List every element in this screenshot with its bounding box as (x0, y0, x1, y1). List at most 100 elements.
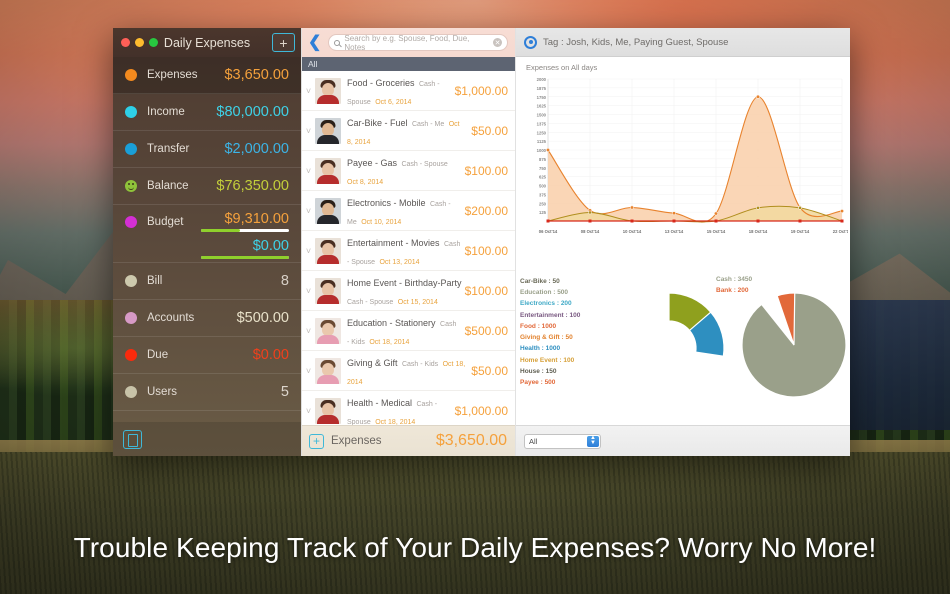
sidebar-item-accounts[interactable]: Accounts $500.00 (113, 300, 301, 337)
table-row[interactable]: ˅ Home Event - Birthday-Party Cash - Spo… (302, 271, 515, 311)
sidebar-item-bill[interactable]: Bill 8 (113, 263, 301, 300)
transaction-account: Cash - Spouse (401, 160, 448, 168)
svg-text:875: 875 (539, 157, 547, 162)
svg-text:1375: 1375 (537, 121, 547, 126)
search-bar: ❮ Search by e.g. Spouse, Food, Due, Note… (302, 28, 515, 57)
table-row[interactable]: ˅ Payee - Gas Cash - Spouse Oct 8, 2014 … (302, 151, 515, 191)
expand-chevron-icon[interactable]: ˅ (302, 126, 315, 136)
svg-text:1500: 1500 (537, 113, 547, 118)
expand-chevron-icon[interactable]: ˅ (302, 86, 315, 96)
sidebar-label-due: Due (147, 349, 169, 361)
list-item: Car-Bike : 50 (520, 278, 560, 285)
transaction-amount: $500.00 (464, 323, 508, 338)
table-row[interactable]: ˅ Health - Medical Cash - Spouse Oct 18,… (302, 391, 515, 425)
avatar (315, 237, 341, 264)
detail-footer: All ▲ ▼ (516, 425, 850, 456)
app-window: Daily Expenses + Expenses $3,650.00 Inco… (113, 28, 850, 456)
period-select[interactable]: All ▲ ▼ (524, 433, 601, 449)
tag-label: Tag : Josh, Kids, Me, Paying Guest, Spou… (543, 36, 729, 48)
add-entry-button[interactable]: + (272, 33, 295, 52)
sidebar-label-balance: Balance (147, 180, 189, 192)
table-row[interactable]: ˅ Giving & Gift Cash - Kids Oct 18, 2014… (302, 351, 515, 391)
traffic-lights[interactable] (121, 38, 158, 47)
zoom-button-icon[interactable] (149, 38, 158, 47)
list-footer-total: $3,650.00 (435, 432, 507, 449)
table-row[interactable]: ˅ Electronics - Mobile Cash - Me Oct 10,… (302, 191, 515, 231)
svg-text:22 Oct'14: 22 Oct'14 (833, 229, 848, 234)
list-item: Electronics : 200 (520, 300, 572, 308)
avatar (315, 77, 341, 104)
transaction-amount: $50.00 (471, 363, 508, 378)
sidebar-item-balance[interactable]: Balance $76,350.00 (113, 168, 301, 205)
svg-text:18 Oct'14: 18 Oct'14 (749, 229, 768, 234)
smiley-face-icon (125, 180, 137, 192)
minimize-button-icon[interactable] (135, 38, 144, 47)
due-bullet-icon (125, 349, 137, 361)
transaction-info: Car-Bike - Fuel Cash - Me Oct 8, 2014 (347, 113, 467, 149)
sidebar: Daily Expenses + Expenses $3,650.00 Inco… (113, 28, 301, 456)
updown-arrow-icon[interactable]: ▲ ▼ (587, 435, 599, 447)
list-item: Education : 500 (520, 289, 569, 297)
svg-text:1125: 1125 (537, 139, 547, 144)
transfer-bullet-icon (125, 143, 137, 155)
sidebar-label-expenses: Expenses (147, 69, 198, 81)
document-export-icon[interactable] (123, 429, 142, 449)
expand-chevron-icon[interactable]: ˅ (302, 206, 315, 216)
transaction-account: Cash - Kids (401, 360, 439, 368)
sidebar-item-transfer[interactable]: Transfer $2,000.00 (113, 131, 301, 168)
sidebar-item-expenses[interactable]: Expenses $3,650.00 (113, 57, 301, 94)
transaction-info: Food - Groceries Cash - Spouse Oct 6, 20… (347, 73, 451, 109)
search-input[interactable]: Search by e.g. Spouse, Food, Due, Notes … (328, 34, 508, 52)
sidebar-item-due[interactable]: Due $0.00 (113, 337, 301, 374)
window-titlebar: Daily Expenses + (113, 28, 301, 57)
svg-text:250: 250 (539, 201, 547, 206)
transaction-title: Entertainment - Movies (347, 237, 440, 248)
sidebar-item-income[interactable]: Income $80,000.00 (113, 94, 301, 131)
category-donut-chart (667, 292, 725, 357)
expand-chevron-icon[interactable]: ˅ (302, 406, 315, 416)
expand-chevron-icon[interactable]: ˅ (302, 246, 315, 256)
budget-bottom-line: $0.00 (125, 238, 289, 259)
list-filter-header[interactable]: All (302, 57, 515, 71)
budget-top-value-group: $9,310.00 (201, 211, 289, 232)
table-row[interactable]: ˅ Car-Bike - Fuel Cash - Me Oct 8, 2014 … (302, 111, 515, 151)
back-chevron-icon[interactable]: ❮ (306, 34, 323, 51)
sidebar-value-balance: $76,350.00 (216, 178, 289, 194)
transaction-title: Payee - Gas (347, 157, 398, 168)
sidebar-item-users[interactable]: Users 5 (113, 374, 301, 411)
add-expense-button[interactable]: + (309, 433, 324, 449)
list-footer-label: Expenses (331, 435, 382, 447)
transaction-title: Electronics - Mobile (347, 197, 426, 208)
sidebar-value-transfer: $2,000.00 (224, 141, 289, 157)
table-row[interactable]: ˅ Entertainment - Movies Cash - Spouse O… (302, 231, 515, 271)
expand-chevron-icon[interactable]: ˅ (302, 326, 315, 336)
budget-top-line: Budget $9,310.00 (125, 211, 289, 232)
account-pie-wrap (731, 276, 850, 425)
clear-search-icon[interactable]: ✕ (493, 38, 502, 47)
avatar (315, 317, 341, 344)
transaction-list[interactable]: ˅ Food - Groceries Cash - Spouse Oct 6, … (302, 71, 515, 425)
expand-chevron-icon[interactable]: ˅ (302, 166, 315, 176)
tag-bar[interactable]: Tag : Josh, Kids, Me, Paying Guest, Spou… (516, 28, 850, 57)
transaction-info: Payee - Gas Cash - Spouse Oct 8, 2014 (347, 153, 461, 189)
close-button-icon[interactable] (121, 38, 130, 47)
table-row[interactable]: ˅ Education - Stationery Cash - Kids Oct… (302, 311, 515, 351)
sidebar-item-budget[interactable]: Budget $9,310.00 $0.00 (113, 205, 301, 263)
budget-bottom-value-group: $0.00 (201, 238, 289, 259)
svg-text:1875: 1875 (537, 86, 547, 91)
table-row[interactable]: ˅ Food - Groceries Cash - Spouse Oct 6, … (302, 71, 515, 111)
transaction-info: Entertainment - Movies Cash - Spouse Oct… (347, 233, 461, 269)
list-filter-label: All (308, 59, 318, 69)
avatar (315, 157, 341, 184)
budget-progress-bottom (201, 256, 289, 259)
expand-chevron-icon[interactable]: ˅ (302, 366, 315, 376)
svg-text:625: 625 (539, 175, 547, 180)
expand-chevron-icon[interactable]: ˅ (302, 286, 315, 296)
search-icon (334, 39, 341, 46)
transaction-title: Car-Bike - Fuel (347, 117, 408, 128)
transaction-account: Cash - Spouse (347, 298, 394, 306)
transaction-date: Oct 8, 2014 (347, 178, 384, 186)
avatar (315, 197, 341, 224)
period-select-value: All (529, 436, 538, 446)
budget-value-bottom: $0.00 (252, 238, 289, 254)
